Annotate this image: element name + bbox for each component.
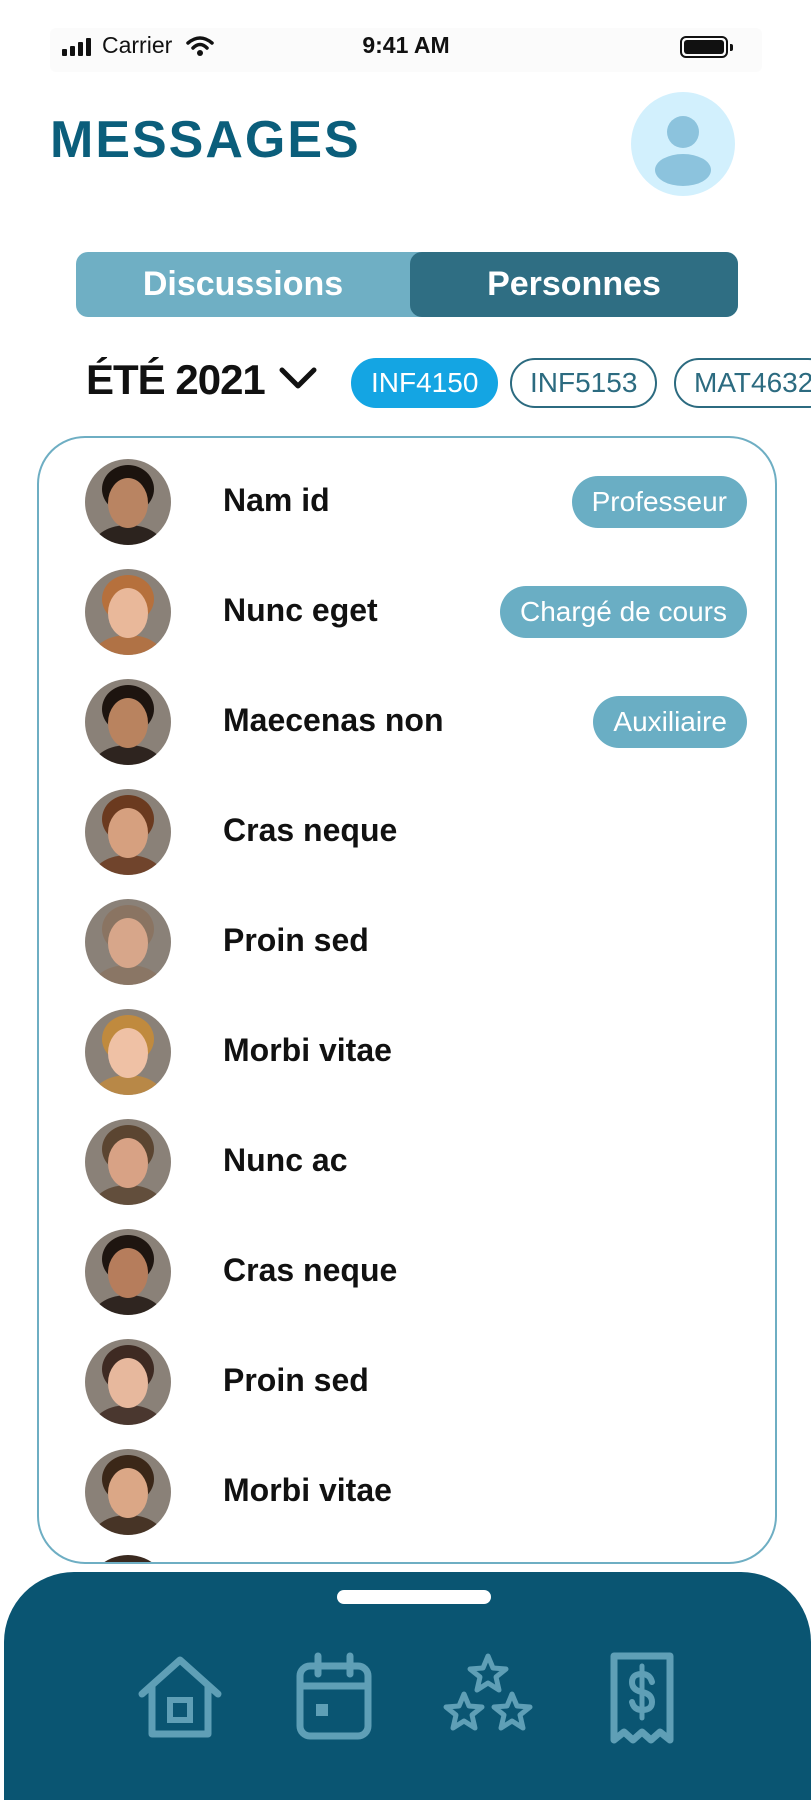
list-item[interactable]: Nam id Professeur [39, 452, 775, 562]
person-avatar [85, 679, 171, 765]
person-name: Maecenas non [223, 702, 444, 738]
list-item[interactable]: Proin sed [39, 892, 775, 1002]
person-avatar [85, 789, 171, 875]
person-name: Cras neque [223, 1252, 398, 1288]
course-chip-mat4632[interactable]: MAT4632 [674, 358, 811, 408]
status-bar: Carrier 9:41 AM [50, 28, 762, 72]
role-badge: Auxiliaire [593, 696, 747, 748]
list-item[interactable]: Cras neque [39, 1222, 775, 1332]
chevron-down-icon[interactable] [278, 364, 318, 392]
person-name: Cras neque [223, 812, 398, 848]
people-list: Nam id Professeur Nunc eget Chargé de cours… [37, 436, 777, 1564]
person-name: Nunc ac [223, 1142, 348, 1178]
person-avatar [85, 1119, 171, 1205]
list-item-partial [39, 1548, 775, 1562]
stars-icon[interactable] [440, 1650, 536, 1746]
course-chip-inf4150[interactable]: INF4150 [351, 358, 499, 408]
list-item[interactable]: Proin sed [39, 1332, 775, 1442]
page-title: MESSAGES [50, 111, 361, 169]
receipt-dollar-icon[interactable] [594, 1650, 690, 1746]
person-name: Proin sed [223, 922, 369, 958]
list-item[interactable]: Nunc ac [39, 1112, 775, 1222]
list-item[interactable]: Morbi vitae [39, 1002, 775, 1112]
bottom-nav [4, 1572, 811, 1800]
person-avatar [85, 569, 171, 655]
person-name: Morbi vitae [223, 1032, 392, 1068]
person-name: Proin sed [223, 1362, 369, 1398]
list-item[interactable]: Morbi vitae [39, 1442, 775, 1552]
person-name: Nam id [223, 482, 330, 518]
person-avatar [85, 1339, 171, 1425]
profile-avatar-button[interactable] [631, 92, 735, 196]
home-icon[interactable] [132, 1650, 228, 1746]
role-badge: Professeur [571, 476, 747, 528]
tab-personnes[interactable]: Personnes [410, 252, 738, 317]
status-time: 9:41 AM [362, 32, 450, 58]
term-select[interactable]: ÉTÉ 2021 [86, 356, 266, 404]
list-item[interactable]: Cras neque [39, 782, 775, 892]
home-indicator [337, 1590, 491, 1604]
calendar-icon[interactable] [286, 1650, 382, 1746]
battery-icon [680, 36, 733, 58]
list-item[interactable]: Maecenas non Auxiliaire [39, 672, 775, 782]
person-name: Morbi vitae [223, 1472, 392, 1508]
person-avatar [85, 1009, 171, 1095]
view-tabs: Discussions Personnes [76, 252, 738, 317]
person-avatar [85, 899, 171, 985]
user-icon [655, 116, 711, 186]
list-item[interactable]: Nunc eget Chargé de cours [39, 562, 775, 672]
tab-discussions[interactable]: Discussions [76, 252, 410, 317]
person-avatar [85, 1555, 171, 1562]
person-avatar [85, 1449, 171, 1535]
person-avatar [85, 1229, 171, 1315]
person-avatar [85, 459, 171, 545]
filter-row: ÉTÉ 2021 INF4150 INF5153 MAT4632 [0, 352, 811, 412]
battery-level [684, 40, 724, 54]
course-chip-inf5153[interactable]: INF5153 [510, 358, 658, 408]
role-badge: Chargé de cours [499, 586, 747, 638]
person-name: Nunc eget [223, 592, 378, 628]
